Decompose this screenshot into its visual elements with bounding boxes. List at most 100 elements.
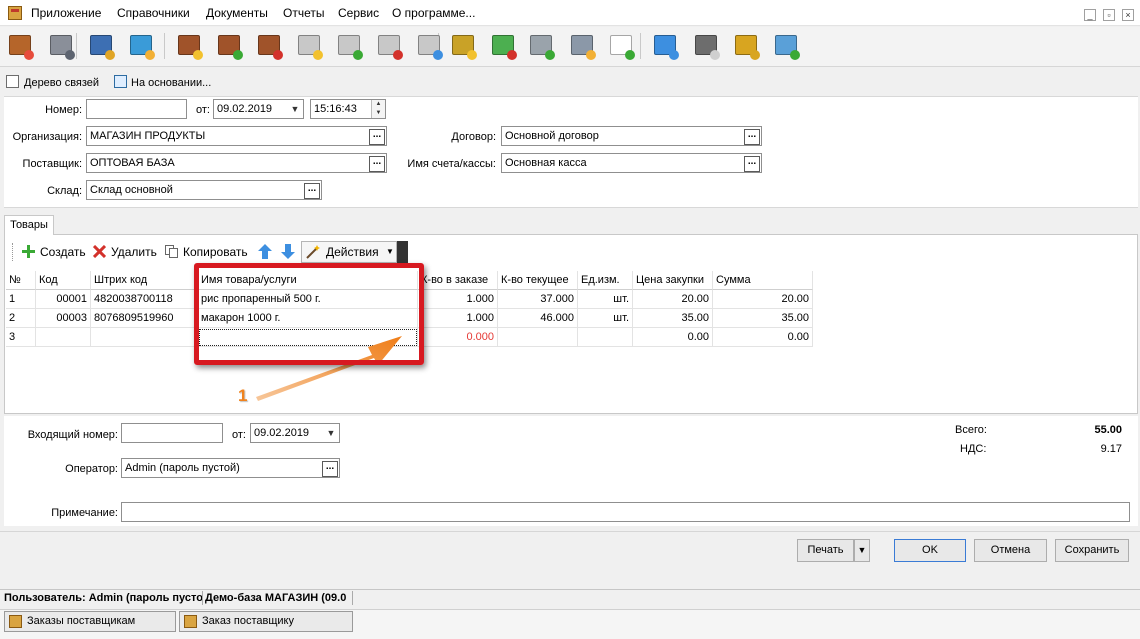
- table-cell[interactable]: [36, 328, 91, 347]
- arrow-down-icon[interactable]: [281, 244, 295, 259]
- lock-icon[interactable]: [46, 30, 76, 62]
- minimize-button[interactable]: _: [1084, 9, 1096, 21]
- cash-icon[interactable]: [488, 30, 518, 62]
- export-arrow-icon[interactable]: [650, 30, 680, 62]
- app-icon[interactable]: [8, 6, 22, 20]
- incoming-number-input[interactable]: [121, 423, 223, 443]
- link-based-on[interactable]: На основании...: [131, 75, 211, 91]
- basket-remove-icon[interactable]: [374, 30, 404, 62]
- menu-references[interactable]: Справочники: [114, 5, 193, 21]
- printer-icon[interactable]: [691, 30, 721, 62]
- users-icon[interactable]: [126, 30, 156, 62]
- menu-about[interactable]: О программе...: [389, 5, 478, 21]
- calculator-icon[interactable]: [567, 30, 597, 62]
- tab-goods[interactable]: Товары: [4, 215, 54, 235]
- table-cell[interactable]: 0.00: [633, 328, 713, 347]
- exit-icon[interactable]: [5, 30, 35, 62]
- print-menu-button[interactable]: ▼: [854, 539, 870, 562]
- coins-star-icon[interactable]: [448, 30, 478, 62]
- copy-button[interactable]: Копировать: [183, 243, 248, 261]
- table-cell[interactable]: 37.000: [498, 290, 578, 309]
- table-cell[interactable]: 35.00: [713, 309, 813, 328]
- column-header[interactable]: К-во в заказе: [418, 271, 498, 290]
- contract-select-button[interactable]: ...: [744, 129, 760, 145]
- table-cell[interactable]: 2: [6, 309, 36, 328]
- supplier-select-button[interactable]: ...: [369, 156, 385, 172]
- column-header[interactable]: Ед.изм.: [578, 271, 633, 290]
- scales-icon[interactable]: [731, 30, 761, 62]
- org-field[interactable]: МАГАЗИН ПРОДУКТЫ: [86, 126, 387, 146]
- account-field[interactable]: Основная касса: [501, 153, 762, 173]
- column-header[interactable]: №: [6, 271, 36, 290]
- table-cell[interactable]: шт.: [578, 290, 633, 309]
- document-remove-icon[interactable]: [254, 30, 284, 62]
- table-cell[interactable]: 1.000: [418, 309, 498, 328]
- ok-button[interactable]: OK: [894, 539, 966, 562]
- table-cell[interactable]: 3: [6, 328, 36, 347]
- task-supplier-orders[interactable]: Заказы поставщикам: [4, 611, 176, 632]
- table-cell[interactable]: 8076809519960: [91, 309, 198, 328]
- incoming-date-field[interactable]: 09.02.2019 ▼: [250, 423, 340, 443]
- table-cell[interactable]: 00001: [36, 290, 91, 309]
- operator-field[interactable]: Admin (пароль пустой): [121, 458, 340, 478]
- supplier-field[interactable]: ОПТОВАЯ БАЗА: [86, 153, 387, 173]
- table-cell[interactable]: [498, 328, 578, 347]
- table-cell[interactable]: 0.00: [713, 328, 813, 347]
- time-field[interactable]: 15:16:43 ▲ ▼: [310, 99, 386, 119]
- close-button[interactable]: ×: [1122, 9, 1134, 21]
- menu-app[interactable]: Приложение: [28, 5, 104, 21]
- restore-button[interactable]: ▫: [1103, 9, 1115, 21]
- spin-icon[interactable]: ▲ ▼: [371, 100, 385, 118]
- table-cell[interactable]: 1: [6, 290, 36, 309]
- table-cell[interactable]: 46.000: [498, 309, 578, 328]
- column-header[interactable]: Имя товара/услуги: [198, 271, 418, 290]
- print-button[interactable]: Печать: [797, 539, 854, 562]
- menu-service[interactable]: Сервис: [335, 5, 382, 21]
- table-cell[interactable]: 0.000: [418, 328, 498, 347]
- number-input[interactable]: [86, 99, 187, 119]
- task-supplier-order[interactable]: Заказ поставщику: [179, 611, 353, 632]
- note-input[interactable]: [121, 502, 1130, 522]
- basket-add-icon[interactable]: [334, 30, 364, 62]
- date-field[interactable]: 09.02.2019 ▼: [213, 99, 304, 119]
- column-header[interactable]: Цена закупки: [633, 271, 713, 290]
- column-header[interactable]: Код: [36, 271, 91, 290]
- table-cell[interactable]: 1.000: [418, 290, 498, 309]
- table-cell[interactable]: [578, 328, 633, 347]
- table-cell[interactable]: 20.00: [713, 290, 813, 309]
- arrow-up-icon[interactable]: [258, 244, 272, 259]
- contract-field[interactable]: Основной договор: [501, 126, 762, 146]
- upload-box-icon[interactable]: [771, 30, 801, 62]
- basket-arrow-icon[interactable]: [414, 30, 444, 62]
- books-icon[interactable]: [86, 30, 116, 62]
- operator-select-button[interactable]: ...: [322, 461, 338, 477]
- account-select-button[interactable]: ...: [744, 156, 760, 172]
- column-header[interactable]: Сумма: [713, 271, 813, 290]
- actions-dropdown[interactable]: Действия ▼: [301, 241, 397, 263]
- table-cell[interactable]: [91, 328, 198, 347]
- table-cell[interactable]: 00003: [36, 309, 91, 328]
- table-cell[interactable]: рис пропаренный 500 г.: [198, 290, 418, 309]
- menu-reports[interactable]: Отчеты: [280, 5, 327, 21]
- truck-icon[interactable]: [526, 30, 556, 62]
- table-cell[interactable]: 35.00: [633, 309, 713, 328]
- chevron-down-icon[interactable]: ▼: [289, 101, 301, 117]
- menu-documents[interactable]: Документы: [203, 5, 271, 21]
- org-select-button[interactable]: ...: [369, 129, 385, 145]
- basket-star-icon[interactable]: [294, 30, 324, 62]
- delete-button[interactable]: Удалить: [111, 243, 157, 261]
- column-header[interactable]: К-во текущее: [498, 271, 578, 290]
- column-header[interactable]: Штрих код: [91, 271, 198, 290]
- link-relations-tree[interactable]: Дерево связей: [24, 75, 99, 91]
- toolbar-overflow-button[interactable]: [397, 241, 408, 263]
- table-cell[interactable]: 20.00: [633, 290, 713, 309]
- warehouse-field[interactable]: Склад основной: [86, 180, 322, 200]
- save-button[interactable]: Сохранить: [1055, 539, 1129, 562]
- document-star-icon[interactable]: [174, 30, 204, 62]
- chevron-down-icon[interactable]: ▼: [325, 425, 337, 441]
- table-cell[interactable]: 4820038700118: [91, 290, 198, 309]
- document-add-icon[interactable]: [214, 30, 244, 62]
- create-button[interactable]: Создать: [40, 243, 86, 261]
- warehouse-select-button[interactable]: ...: [304, 183, 320, 199]
- spellcheck-icon[interactable]: [606, 30, 636, 62]
